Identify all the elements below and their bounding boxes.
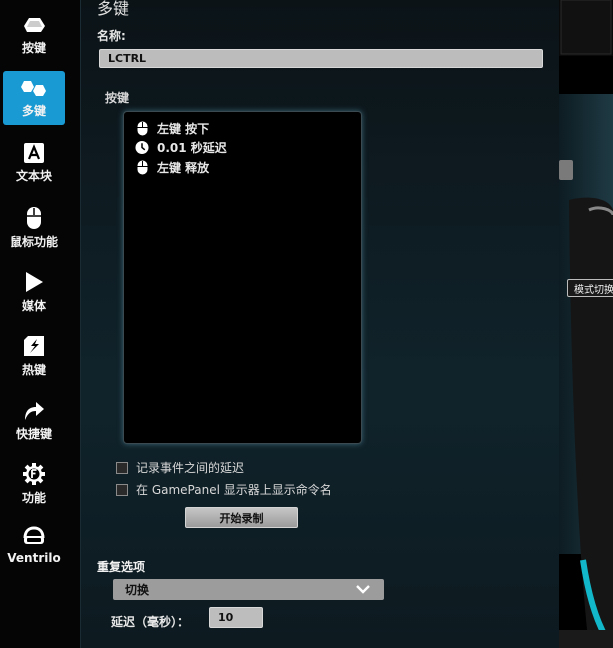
event-text: 左键 释放 [157,160,210,175]
multikey-icon [21,81,46,96]
record-delay-checkbox-row[interactable]: 记录事件之间的延迟 [116,459,244,476]
name-label: 名称: [97,29,126,43]
sidebar-item-label: 多键 [21,104,46,118]
event-list[interactable]: 左键 按下 0.01 秒延迟 左键 释放 [123,111,362,444]
start-recording-button[interactable]: 开始录制 [185,507,298,528]
record-delay-label: 记录事件之间的延迟 [136,461,245,475]
keys-label: 按键 [105,91,130,105]
repeat-options-select[interactable]: 切换 [113,579,384,600]
sidebar-item-hotkey[interactable]: 热键 [3,328,65,382]
sidebar-item-shortcut[interactable]: 快捷键 [3,392,65,446]
delay-label: 延迟（毫秒）： [111,615,190,629]
chevron-down-icon [356,585,370,594]
list-item[interactable]: 0.01 秒延迟 [135,138,227,156]
list-item[interactable]: 左键 释放 [135,158,209,176]
sidebar-item-key[interactable]: 按键 [3,8,65,62]
text-block-icon [24,143,44,163]
panel-title: 多键 [97,0,130,18]
sidebar-item-label: 按键 [21,41,46,55]
sidebar-item-ventrilo[interactable]: Ventrilo [3,520,65,574]
function-gear-icon [23,463,45,485]
sidebar-item-mouse[interactable]: 鼠标功能 [3,200,65,254]
sidebar-item-multikey[interactable]: 多键 [3,71,65,125]
sidebar-item-label: 功能 [21,491,46,505]
sidebar-item-label: 快捷键 [15,427,52,441]
mouse-icon [135,120,149,136]
sidebar-item-media[interactable]: 媒体 [3,264,65,318]
delay-input[interactable] [209,607,263,628]
sidebar-item-text-block[interactable]: 文本块 [3,136,65,190]
sidebar-item-function[interactable]: 功能 [3,456,65,510]
event-text: 左键 按下 [157,121,210,136]
name-input[interactable] [99,49,543,68]
play-icon [26,272,43,292]
multikey-panel: 多键 名称: 按键 左键 按下 0.01 秒延迟 左键 释放 记录事件之间的延迟 [80,0,560,648]
mouse-device-image [559,0,613,648]
sidebar-item-label: Ventrilo [7,551,61,565]
shortcut-arrow-icon [25,402,44,420]
sidebar-item-label: 媒体 [21,299,46,313]
sidebar-item-label: 文本块 [15,169,52,183]
repeat-options-label: 重复选项 [97,560,146,574]
list-item[interactable]: 左键 按下 [135,119,209,137]
show-gamepanel-label: 在 GamePanel 显示器上显示命令名 [136,483,332,497]
headset-icon [23,526,45,544]
mode-switch-tooltip: 模式切换 [567,279,613,297]
clock-icon [135,139,149,155]
sidebar: 按键 多键 文本块 鼠标功能 媒体 热键 快捷键 功能 Ventrilo [0,0,80,648]
sidebar-item-label: 热键 [21,363,46,377]
mouse-icon [135,159,149,175]
background-app-area [559,0,613,648]
show-gamepanel-checkbox-row[interactable]: 在 GamePanel 显示器上显示命令名 [116,481,332,498]
sidebar-item-label: 鼠标功能 [9,235,58,249]
show-gamepanel-checkbox[interactable] [116,483,128,496]
mouse-icon [27,207,41,229]
record-delay-checkbox[interactable] [116,461,128,474]
key-icon [24,18,45,32]
hotkey-icon [24,336,44,356]
event-text: 0.01 秒延迟 [157,140,227,155]
repeat-selected-value: 切换 [125,583,150,597]
